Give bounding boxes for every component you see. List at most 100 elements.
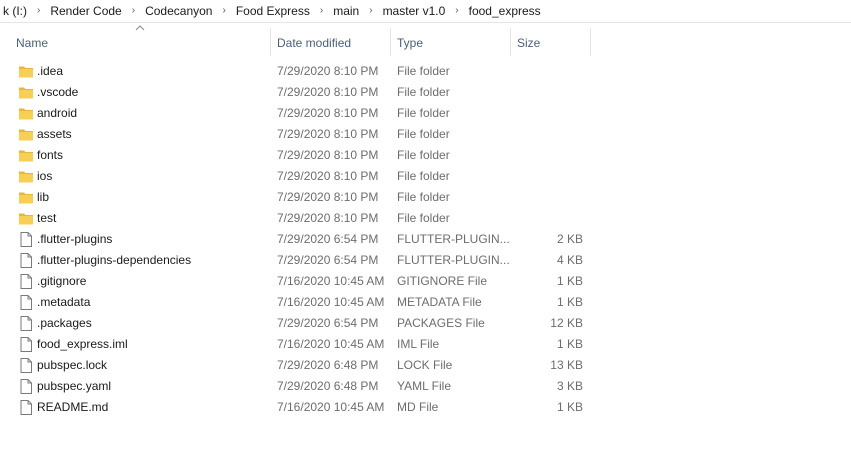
file-date-modified: 7/29/2020 6:54 PM xyxy=(277,316,379,330)
folder-icon xyxy=(18,148,34,163)
file-size: 3 KB xyxy=(556,379,583,393)
file-row[interactable]: .idea 7/29/2020 8:10 PM File folder xyxy=(0,61,851,82)
folder-icon xyxy=(18,85,34,100)
file-date-modified: 7/29/2020 6:54 PM xyxy=(277,232,379,246)
file-date-modified: 7/29/2020 8:10 PM xyxy=(277,169,379,183)
file-name: .metadata xyxy=(37,295,91,309)
file-size: 1 KB xyxy=(556,295,583,309)
sort-ascending-icon xyxy=(135,25,145,31)
breadcrumb-item-current[interactable]: food_express xyxy=(467,4,543,18)
file-date-modified: 7/29/2020 8:10 PM xyxy=(277,85,379,99)
chevron-right-icon[interactable]: › xyxy=(214,5,233,16)
chevron-right-icon[interactable]: › xyxy=(29,5,48,16)
file-date-modified: 7/29/2020 8:10 PM xyxy=(277,64,379,78)
file-name: .flutter-plugins xyxy=(37,232,113,246)
chevron-right-icon[interactable]: › xyxy=(124,5,143,16)
file-date-modified: 7/16/2020 10:45 AM xyxy=(277,274,385,288)
file-size: 1 KB xyxy=(556,337,583,351)
column-header-row: Name Date modified Type Size xyxy=(0,23,851,61)
file-date-modified: 7/16/2020 10:45 AM xyxy=(277,400,385,414)
file-name: lib xyxy=(37,190,50,204)
file-date-modified: 7/16/2020 10:45 AM xyxy=(277,295,385,309)
file-type: File folder xyxy=(397,190,450,204)
file-row[interactable]: android 7/29/2020 8:10 PM File folder xyxy=(0,103,851,124)
file-date-modified: 7/29/2020 8:10 PM xyxy=(277,148,379,162)
chevron-right-icon[interactable]: › xyxy=(361,5,380,16)
breadcrumb-item-master[interactable]: master v1.0 xyxy=(381,4,448,18)
file-type: MD File xyxy=(397,400,439,414)
file-icon xyxy=(18,379,34,394)
file-icon xyxy=(18,274,34,289)
column-divider[interactable] xyxy=(390,28,391,56)
file-type: File folder xyxy=(397,64,450,78)
file-type: File folder xyxy=(397,169,450,183)
chevron-right-icon[interactable]: › xyxy=(312,5,331,16)
file-icon xyxy=(18,232,34,247)
file-row[interactable]: .packages 7/29/2020 6:54 PM PACKAGES File 1… xyxy=(0,313,851,334)
file-type: METADATA File xyxy=(397,295,482,309)
file-size: 12 KB xyxy=(550,316,583,330)
file-row[interactable]: README.md 7/16/2020 10:45 AM MD File 1 KB xyxy=(0,397,851,418)
file-icon xyxy=(18,358,34,373)
column-header-size[interactable]: Size xyxy=(517,34,540,58)
file-row[interactable]: .gitignore 7/16/2020 10:45 AM GITIGNORE Fi… xyxy=(0,271,851,292)
file-row[interactable]: .flutter-plugins-dependencies 7/29/2020 6… xyxy=(0,250,851,271)
file-name: assets xyxy=(37,127,72,141)
breadcrumb-item-drive[interactable]: k (I:) xyxy=(1,4,29,18)
file-date-modified: 7/29/2020 8:10 PM xyxy=(277,211,379,225)
column-divider[interactable] xyxy=(510,28,511,56)
file-name: food_express.iml xyxy=(37,337,128,351)
file-name: .gitignore xyxy=(37,274,87,288)
file-name: README.md xyxy=(37,400,109,414)
folder-icon xyxy=(18,190,34,205)
breadcrumb-item-codecanyon[interactable]: Codecanyon xyxy=(143,4,214,18)
file-type: IML File xyxy=(397,337,440,351)
file-row[interactable]: test 7/29/2020 8:10 PM File folder xyxy=(0,208,851,229)
file-icon xyxy=(18,295,34,310)
file-size: 4 KB xyxy=(556,253,583,267)
file-size: 13 KB xyxy=(550,358,583,372)
file-type: File folder xyxy=(397,127,450,141)
file-row[interactable]: food_express.iml 7/16/2020 10:45 AM IML Fi… xyxy=(0,334,851,355)
file-name: test xyxy=(37,211,57,225)
file-name: fonts xyxy=(37,148,64,162)
file-row[interactable]: .vscode 7/29/2020 8:10 PM File folder xyxy=(0,82,851,103)
column-header-name[interactable]: Name xyxy=(16,34,48,58)
file-date-modified: 7/29/2020 6:54 PM xyxy=(277,253,379,267)
file-name: ios xyxy=(37,169,53,183)
file-row[interactable]: .flutter-plugins 7/29/2020 6:54 PM FLUTTER… xyxy=(0,229,851,250)
file-type: FLUTTER-PLUGIN... xyxy=(397,232,510,246)
file-name: .packages xyxy=(37,316,92,330)
file-date-modified: 7/16/2020 10:45 AM xyxy=(277,337,385,351)
breadcrumb-item-render-code[interactable]: Render Code xyxy=(48,4,123,18)
folder-icon xyxy=(18,211,34,226)
column-divider[interactable] xyxy=(270,28,271,56)
file-row[interactable]: assets 7/29/2020 8:10 PM File folder xyxy=(0,124,851,145)
file-size: 1 KB xyxy=(556,400,583,414)
file-row[interactable]: ios 7/29/2020 8:10 PM File folder xyxy=(0,166,851,187)
file-type: PACKAGES File xyxy=(397,316,485,330)
file-row[interactable]: .metadata 7/16/2020 10:45 AM METADATA File… xyxy=(0,292,851,313)
breadcrumb-item-main[interactable]: main xyxy=(331,4,361,18)
breadcrumb: k (I:) › Render Code › Codecanyon › Food… xyxy=(0,0,851,23)
file-type: File folder xyxy=(397,106,450,120)
file-icon xyxy=(18,400,34,415)
folder-icon xyxy=(18,64,34,79)
column-header-date[interactable]: Date modified xyxy=(277,34,351,58)
file-row[interactable]: fonts 7/29/2020 8:10 PM File folder xyxy=(0,145,851,166)
chevron-right-icon[interactable]: › xyxy=(447,5,466,16)
file-date-modified: 7/29/2020 8:10 PM xyxy=(277,127,379,141)
file-date-modified: 7/29/2020 8:10 PM xyxy=(277,106,379,120)
file-row[interactable]: pubspec.yaml 7/29/2020 6:48 PM YAML File 3 … xyxy=(0,376,851,397)
file-icon xyxy=(18,316,34,331)
file-name: pubspec.lock xyxy=(37,358,108,372)
file-row[interactable]: lib 7/29/2020 8:10 PM File folder xyxy=(0,187,851,208)
file-type: File folder xyxy=(397,211,450,225)
file-date-modified: 7/29/2020 8:10 PM xyxy=(277,190,379,204)
file-name: pubspec.yaml xyxy=(37,379,112,393)
file-row[interactable]: pubspec.lock 7/29/2020 6:48 PM LOCK File 13… xyxy=(0,355,851,376)
file-name: .vscode xyxy=(37,85,79,99)
column-divider[interactable] xyxy=(590,28,591,56)
breadcrumb-item-food-express[interactable]: Food Express xyxy=(234,4,312,18)
column-header-type[interactable]: Type xyxy=(397,34,423,58)
